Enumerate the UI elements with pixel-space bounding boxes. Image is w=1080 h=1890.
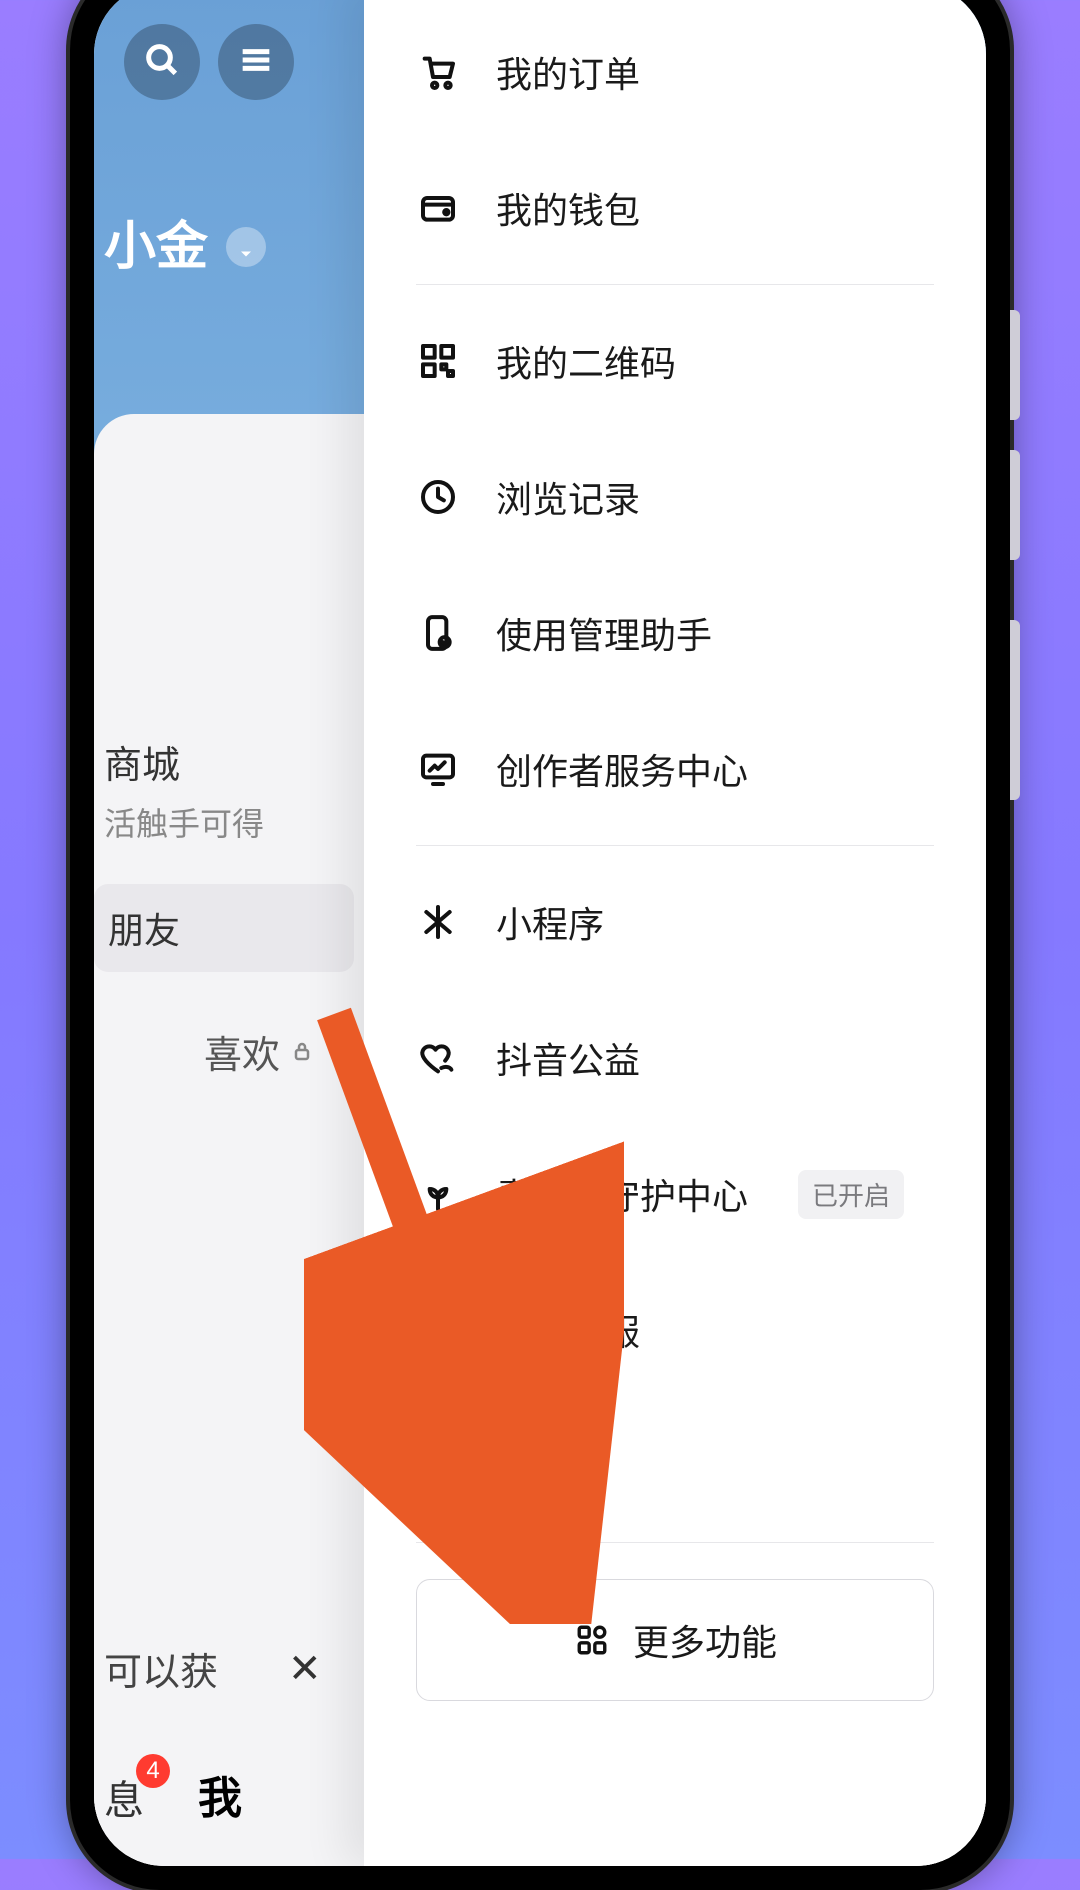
heart-hand-icon (416, 1036, 460, 1080)
phone-check-icon (416, 611, 460, 655)
menu-item-label: 设置 (496, 1440, 568, 1492)
headset-icon (416, 1308, 460, 1352)
spark-icon (416, 900, 460, 944)
more-features-button[interactable]: 更多功能 (416, 1579, 934, 1701)
menu-item-label: 青少年守护中心 (496, 1168, 748, 1220)
menu-item-label: 我的二维码 (496, 335, 676, 387)
menu-divider (416, 1542, 934, 1543)
phone-screen: 小金 商城 活触手可得 朋友 喜欢 (94, 0, 986, 1866)
menu-item-label: 使用管理助手 (496, 607, 712, 659)
side-panel: 我的订单 我的钱包 我的二维码 (364, 0, 986, 1866)
menu-item-qrcode[interactable]: 我的二维码 (364, 293, 986, 429)
menu-item-youth-center[interactable]: 青少年守护中心 已开启 (364, 1126, 986, 1262)
sprout-icon (416, 1172, 460, 1216)
menu-item-label: 抖音公益 (496, 1032, 640, 1084)
menu-item-orders[interactable]: 我的订单 (364, 4, 986, 140)
menu-item-support[interactable]: 我的客服 (364, 1262, 986, 1398)
menu-item-label: 我的客服 (496, 1304, 640, 1356)
grid-plus-icon (573, 1621, 611, 1659)
phone-side-button (1010, 450, 1020, 560)
qrcode-icon (416, 339, 460, 383)
phone-frame: 小金 商城 活触手可得 朋友 喜欢 (70, 0, 1010, 1890)
menu-item-label: 我的订单 (496, 46, 640, 98)
menu-item-usage-assistant[interactable]: 使用管理助手 (364, 565, 986, 701)
wallet-icon (416, 186, 460, 230)
menu-item-charity[interactable]: 抖音公益 (364, 990, 986, 1126)
menu-item-label: 浏览记录 (496, 471, 640, 523)
clock-icon (416, 475, 460, 519)
menu-item-settings[interactable]: 设置 (364, 1398, 986, 1534)
menu-item-label: 我的钱包 (496, 182, 640, 234)
menu-divider (416, 284, 934, 285)
menu-item-miniapps[interactable]: 小程序 (364, 854, 986, 990)
youth-enabled-tag: 已开启 (798, 1170, 904, 1219)
monitor-chart-icon (416, 747, 460, 791)
phone-side-button (1010, 310, 1020, 420)
menu-item-wallet[interactable]: 我的钱包 (364, 140, 986, 276)
menu-item-creator-center[interactable]: 创作者服务中心 (364, 701, 986, 837)
menu-divider (416, 845, 934, 846)
side-menu: 我的订单 我的钱包 我的二维码 (364, 0, 986, 1801)
menu-item-label: 小程序 (496, 896, 604, 948)
cart-icon (416, 50, 460, 94)
menu-item-label: 创作者服务中心 (496, 743, 748, 795)
settings-hex-icon (416, 1444, 460, 1488)
phone-side-button (1010, 620, 1020, 800)
menu-item-history[interactable]: 浏览记录 (364, 429, 986, 565)
more-features-label: 更多功能 (633, 1614, 777, 1666)
